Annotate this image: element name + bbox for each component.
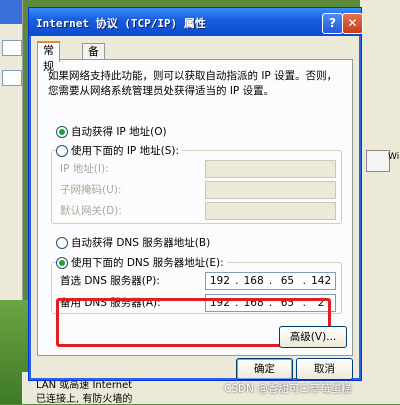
radio-button-icon[interactable] bbox=[56, 144, 68, 157]
radio-button-icon[interactable] bbox=[56, 256, 68, 269]
ip-address-label: IP 地址(I): bbox=[60, 163, 109, 175]
connection-name-fragment: Wi bbox=[388, 152, 400, 162]
dialog-title: Internet 协议 (TCP/IP) 属性 bbox=[36, 17, 206, 30]
radio-manual-dns[interactable]: 使用下面的 DNS 服务器地址(E): bbox=[56, 255, 227, 270]
radio-auto-dns-label: 自动获得 DNS 服务器地址(B) bbox=[71, 237, 211, 249]
ok-button[interactable]: 确定 bbox=[236, 358, 293, 380]
parent-field-fragment bbox=[2, 70, 22, 86]
octet[interactable]: 65 bbox=[274, 295, 302, 311]
octet[interactable]: 65 bbox=[274, 273, 302, 289]
radio-button-icon[interactable] bbox=[56, 236, 68, 249]
help-button[interactable]: ? bbox=[322, 13, 343, 34]
alternate-dns-field[interactable]: 192. 168. 65. 2 bbox=[205, 294, 336, 312]
tab-alternate-config[interactable]: 备用配置 bbox=[82, 43, 105, 106]
subnet-mask-label: 子网掩码(U): bbox=[60, 184, 122, 196]
watermark: CSDN @香甜可口草莓蛋糕 bbox=[224, 383, 352, 395]
tcpip-properties-dialog: Internet 协议 (TCP/IP) 属性 ? ✕ 常规 备用配置 如果网络… bbox=[28, 7, 363, 381]
preferred-dns-field[interactable]: 192. 168. 65. 142 bbox=[205, 272, 336, 290]
close-button[interactable]: ✕ bbox=[342, 13, 363, 34]
radio-auto-dns[interactable]: 自动获得 DNS 服务器地址(B) bbox=[56, 235, 210, 250]
parent-titlebar-fragment bbox=[0, 0, 22, 24]
default-gateway-field[interactable] bbox=[205, 202, 336, 220]
subnet-mask-field[interactable] bbox=[205, 181, 336, 199]
radio-auto-ip[interactable]: 自动获得 IP 地址(O) bbox=[56, 124, 167, 139]
octet[interactable]: 192 bbox=[206, 273, 234, 289]
radio-auto-ip-label: 自动获得 IP 地址(O) bbox=[71, 126, 167, 138]
alternate-dns-label: 备用 DNS 服务器(A): bbox=[60, 297, 161, 309]
parent-field-fragment bbox=[2, 40, 22, 56]
octet[interactable]: 168 bbox=[240, 273, 268, 289]
parent-window-right: Wi bbox=[360, 0, 400, 404]
radio-manual-ip[interactable]: 使用下面的 IP 地址(S): bbox=[56, 143, 182, 158]
tab-general[interactable]: 常规 bbox=[37, 41, 60, 73]
preferred-dns-label: 首选 DNS 服务器(P): bbox=[60, 275, 160, 287]
default-gateway-label: 默认网关(D): bbox=[60, 205, 122, 217]
cancel-button[interactable]: 取消 bbox=[296, 358, 353, 380]
description-text: 如果网络支持此功能，则可以获取自动指派的 IP 设置。否则，您需要从网络系统管理… bbox=[48, 70, 338, 97]
octet[interactable]: 142 bbox=[307, 273, 335, 289]
radio-manual-dns-label: 使用下面的 DNS 服务器地址(E): bbox=[71, 257, 224, 269]
octet[interactable]: 192 bbox=[206, 295, 234, 311]
radio-manual-ip-label: 使用下面的 IP 地址(S): bbox=[71, 145, 179, 157]
radio-button-icon[interactable] bbox=[56, 125, 68, 138]
connection-status-text: 已连接上, 有防火墙的 bbox=[36, 394, 133, 405]
advanced-button[interactable]: 高级(V)... bbox=[279, 326, 347, 348]
octet[interactable]: 168 bbox=[240, 295, 268, 311]
dialog-titlebar[interactable]: Internet 协议 (TCP/IP) 属性 ? ✕ bbox=[29, 8, 363, 36]
ip-address-field[interactable] bbox=[205, 160, 336, 178]
octet[interactable]: 2 bbox=[307, 295, 335, 311]
network-connection-icon[interactable] bbox=[366, 150, 390, 172]
general-tab-panel: 如果网络支持此功能，则可以获取自动指派的 IP 设置。否则，您需要从网络系统管理… bbox=[37, 59, 353, 356]
